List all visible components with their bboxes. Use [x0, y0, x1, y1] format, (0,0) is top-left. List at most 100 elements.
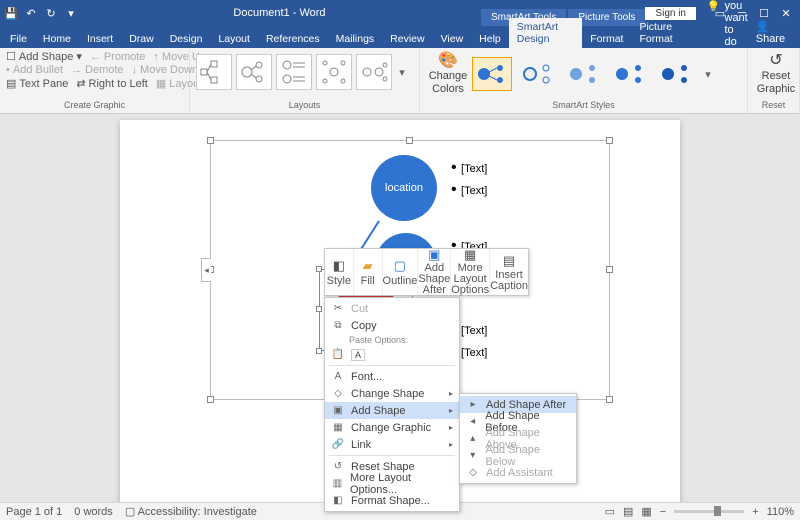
ctx-cut[interactable]: ✂Cut [325, 300, 459, 317]
mini-style-button[interactable]: ◧Style [325, 249, 354, 295]
styles-label: SmartArt Styles [426, 100, 741, 111]
ribbon: ☐ Add Shape ▾ ← Promote ↑ Move Up • Add … [0, 48, 800, 114]
promote-button[interactable]: ← Promote [90, 50, 146, 63]
ctx-more-layout[interactable]: ▥More Layout Options... [325, 475, 459, 492]
layout-thumb-1[interactable] [196, 54, 232, 90]
change-shape-icon: ◇ [331, 388, 345, 399]
text-pane-expand-tab[interactable]: ◂ [201, 258, 211, 282]
bullet-text-2[interactable]: • [Text] [451, 181, 487, 199]
layouts-more-icon[interactable]: ▾ [396, 66, 408, 79]
redo-icon[interactable]: ↻ [44, 6, 58, 20]
bullet-text-1[interactable]: • [Text] [451, 159, 487, 177]
add-shape-submenu: ▸Add Shape After ◂Add Shape Before ▴Add … [459, 393, 577, 484]
layout-thumb-3[interactable] [276, 54, 312, 90]
resize-handle[interactable] [606, 266, 613, 273]
view-web-icon[interactable]: ▦ [641, 505, 651, 518]
ctx-link[interactable]: 🔗Link▸ [325, 436, 459, 453]
undo-icon[interactable]: ↶ [24, 6, 38, 20]
right-to-left-button[interactable]: ⇄ Right to Left [76, 77, 148, 90]
styles-more-icon[interactable]: ▾ [702, 68, 714, 81]
format-icon: ◧ [331, 495, 345, 506]
resize-handle[interactable] [207, 137, 214, 144]
text-pane-button[interactable]: ▤ Text Pane [6, 77, 68, 90]
style-thumb-5[interactable] [656, 57, 696, 91]
reset-graphic-button[interactable]: ↺ Reset Graphic [754, 50, 798, 98]
ctx-change-graphic[interactable]: ▦Change Graphic▸ [325, 419, 459, 436]
tab-smartart-design[interactable]: SmartArt Design [509, 18, 582, 48]
tab-mailings[interactable]: Mailings [328, 30, 383, 48]
add-shape-icon: ▣ [426, 248, 442, 261]
smartart-node-1[interactable]: location [371, 155, 437, 221]
resize-handle[interactable] [316, 306, 322, 312]
word-count[interactable]: 0 words [74, 506, 113, 518]
style-thumb-1[interactable] [472, 57, 512, 91]
resize-handle[interactable] [606, 396, 613, 403]
tab-design[interactable]: Design [162, 30, 211, 48]
layout-thumb-2[interactable] [236, 54, 272, 90]
ribbon-group-create-graphic: ☐ Add Shape ▾ ← Promote ↑ Move Up • Add … [0, 48, 190, 113]
tab-picture-format[interactable]: Picture Format [631, 18, 698, 48]
layout-thumb-5[interactable] [356, 54, 392, 90]
layouts-gallery[interactable]: ▾ [196, 50, 413, 94]
zoom-level[interactable]: 110% [767, 506, 794, 518]
chevron-right-icon: ▸ [449, 423, 453, 432]
save-icon[interactable]: 💾 [4, 6, 18, 20]
style-thumb-3[interactable] [564, 57, 604, 91]
tab-format[interactable]: Format [582, 30, 631, 48]
mini-insert-caption-button[interactable]: ▤Insert Caption [490, 249, 528, 295]
tab-draw[interactable]: Draw [121, 30, 162, 48]
page-indicator[interactable]: Page 1 of 1 [6, 506, 62, 518]
zoom-in-icon[interactable]: + [752, 506, 758, 518]
tab-layout[interactable]: Layout [210, 30, 258, 48]
tell-me-search[interactable]: 💡 Tell me what you want to do [699, 0, 748, 48]
fill-icon: ▰ [360, 258, 376, 274]
create-graphic-label: Create Graphic [6, 100, 183, 111]
resize-handle[interactable] [606, 137, 613, 144]
move-down-button[interactable]: ↓ Move Down [132, 64, 199, 76]
style-thumb-4[interactable] [610, 57, 650, 91]
zoom-slider[interactable] [674, 510, 744, 513]
mini-fill-button[interactable]: ▰Fill [354, 249, 383, 295]
layout-thumb-4[interactable] [316, 54, 352, 90]
zoom-out-icon[interactable]: − [660, 506, 666, 518]
tab-home[interactable]: Home [35, 30, 79, 48]
ctx-add-shape[interactable]: ▣Add Shape▸ [325, 402, 459, 419]
tab-insert[interactable]: Insert [79, 30, 121, 48]
tab-help[interactable]: Help [471, 30, 509, 48]
resize-handle[interactable] [316, 266, 322, 272]
assistant-icon: ◇ [466, 467, 480, 478]
ctx-font[interactable]: AFont... [325, 368, 459, 385]
mini-outline-button[interactable]: ▢Outline [383, 249, 419, 295]
ribbon-group-reset: ↺ Reset Graphic Reset [748, 48, 800, 113]
sub-add-below[interactable]: ▾Add Shape Below [460, 447, 576, 464]
ctx-format-shape[interactable]: ◧Format Shape... [325, 492, 459, 509]
tab-references[interactable]: References [258, 30, 328, 48]
accessibility-status[interactable]: ▢ Accessibility: Investigate [125, 505, 257, 518]
reset-icon: ↺ [769, 53, 782, 69]
view-print-icon[interactable]: ▤ [623, 505, 633, 518]
resize-handle[interactable] [207, 396, 214, 403]
qat-dropdown-icon[interactable]: ▾ [64, 6, 78, 20]
styles-gallery[interactable]: ▾ [470, 53, 716, 95]
style-thumb-2[interactable] [518, 57, 558, 91]
resize-handle[interactable] [406, 137, 413, 144]
tab-view[interactable]: View [433, 30, 472, 48]
share-label: Share [756, 33, 785, 45]
resize-handle[interactable] [316, 348, 322, 354]
mini-toolbar: ◧Style ▰Fill ▢Outline ▣Add Shape After ▦… [324, 248, 529, 296]
ctx-paste-option[interactable]: 📋A [325, 346, 459, 363]
tab-file[interactable]: File [2, 30, 35, 48]
demote-button[interactable]: → Demote [71, 64, 124, 76]
ctx-copy[interactable]: ⧉Copy [325, 317, 459, 334]
view-read-icon[interactable]: ▭ [605, 505, 615, 518]
mini-add-shape-button[interactable]: ▣Add Shape After [418, 249, 451, 295]
tab-review[interactable]: Review [382, 30, 432, 48]
caption-icon: ▤ [501, 252, 517, 268]
ctx-change-shape[interactable]: ◇Change Shape▸ [325, 385, 459, 402]
add-shape-button[interactable]: ☐ Add Shape ▾ [6, 50, 82, 63]
sub-add-assistant[interactable]: ◇Add Assistant [460, 464, 576, 481]
change-colors-button[interactable]: 🎨 Change Colors [426, 53, 470, 95]
mini-layout-options-button[interactable]: ▦More Layout Options [451, 249, 490, 295]
add-bullet-button[interactable]: • Add Bullet [6, 64, 63, 76]
share-button[interactable]: 👤 Share [748, 17, 798, 48]
